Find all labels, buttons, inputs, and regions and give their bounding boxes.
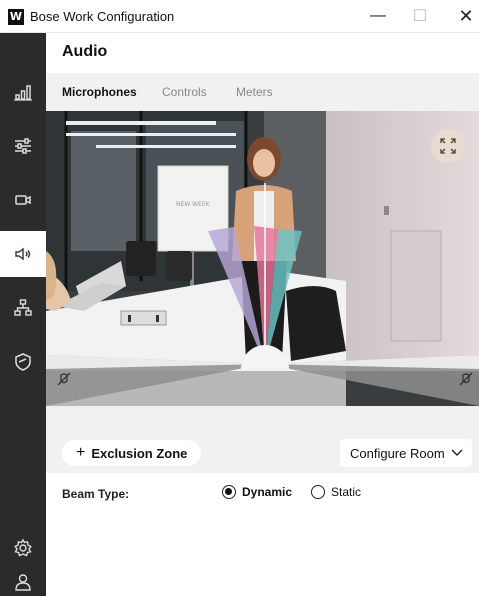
radio-selected-icon — [222, 485, 236, 499]
main-panel: Audio Microphones Controls Meters NEW WE… — [46, 33, 479, 596]
sidebar-item-network[interactable] — [0, 285, 46, 331]
shield-icon — [15, 353, 31, 371]
zone-toolbar: + Exclusion Zone Configure Room — [46, 433, 479, 473]
sidebar-item-settings[interactable] — [0, 123, 46, 169]
sidebar-item-camera[interactable] — [0, 177, 46, 223]
tab-controls[interactable]: Controls — [162, 85, 207, 99]
beam-type-dynamic-radio[interactable]: Dynamic — [222, 485, 292, 499]
close-button[interactable]: ✕ — [448, 4, 479, 28]
sidebar-item-audio[interactable] — [0, 231, 46, 277]
fullscreen-button[interactable] — [431, 129, 465, 163]
whiteboard-text: NEW WEEK — [176, 201, 211, 208]
add-exclusion-zone-button[interactable]: + Exclusion Zone — [62, 440, 202, 466]
expand-arrows-icon — [440, 138, 456, 154]
user-icon — [15, 574, 31, 591]
exclusion-zone-label: Exclusion Zone — [91, 445, 188, 461]
static-label: Static — [331, 485, 362, 499]
speaker-icon — [15, 247, 31, 261]
sidebar-item-status[interactable] — [0, 69, 46, 115]
sidebar-item-security[interactable] — [0, 339, 46, 385]
configure-room-label: Configure Room — [350, 445, 445, 461]
beam-type-static-radio[interactable]: Static — [311, 485, 361, 499]
plus-icon: + — [76, 444, 86, 461]
bose-logo-icon: W — [8, 9, 24, 25]
signal-bars-icon — [14, 85, 32, 101]
page-title: Audio — [62, 43, 108, 60]
minimize-button[interactable]: — — [360, 4, 396, 28]
tab-bar: Microphones Controls Meters — [46, 73, 479, 111]
sidebar — [0, 33, 46, 596]
tab-microphones[interactable]: Microphones — [62, 85, 137, 99]
radio-unselected-icon — [311, 485, 325, 499]
settings-gear-icon — [14, 538, 32, 557]
camera-feed: NEW WEEK — [46, 111, 479, 433]
camera-view[interactable]: NEW WEEK — [46, 111, 479, 433]
window-title: Bose Work Configuration — [30, 9, 175, 24]
title-bar: W Bose Work Configuration — ☐ ✕ — [0, 0, 479, 33]
beam-type-label: Beam Type: — [62, 487, 130, 501]
sliders-icon — [15, 138, 31, 154]
configure-room-dropdown[interactable]: Configure Room — [340, 439, 472, 467]
beam-type-row: Beam Type: Dynamic Static — [62, 485, 472, 505]
chevron-down-icon — [451, 449, 463, 456]
maximize-button[interactable]: ☐ — [402, 4, 438, 28]
tab-meters[interactable]: Meters — [236, 85, 273, 99]
network-icon — [14, 299, 32, 316]
dynamic-label: Dynamic — [242, 485, 293, 499]
camera-icon — [15, 195, 31, 205]
sidebar-item-account[interactable] — [0, 559, 46, 596]
